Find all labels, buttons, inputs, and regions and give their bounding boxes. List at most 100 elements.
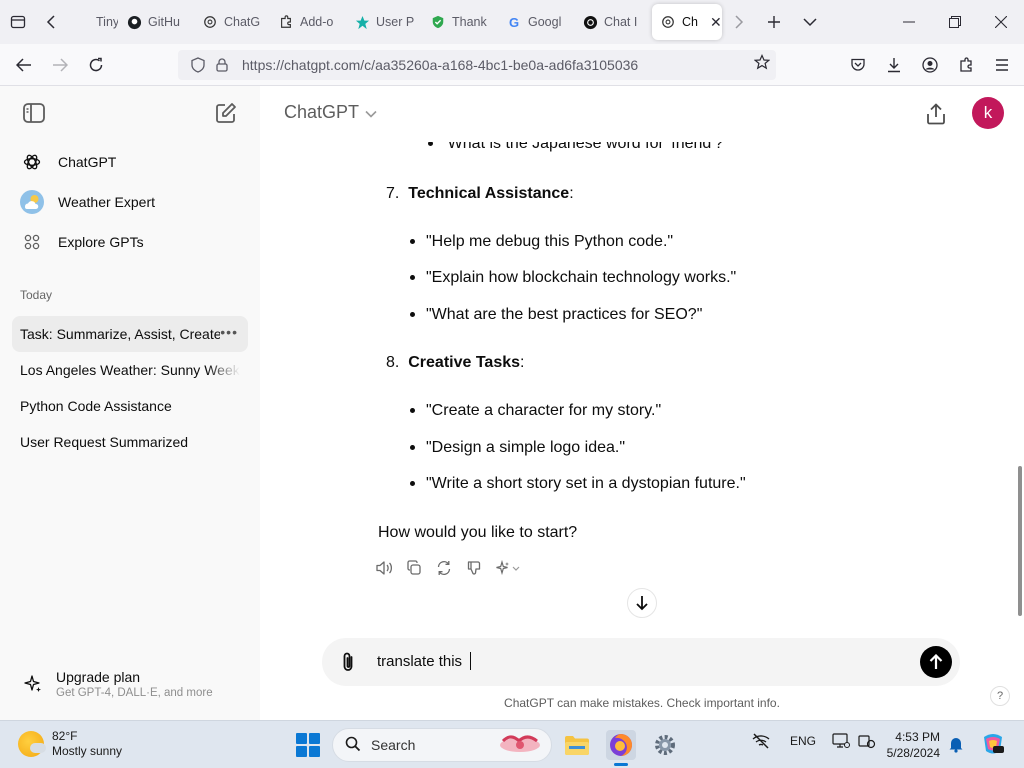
tab-overview-icon[interactable] bbox=[0, 4, 36, 40]
tab-label: Add-o bbox=[300, 15, 334, 29]
user-icon bbox=[354, 14, 370, 30]
conversation-title: Los Angeles Weather: Sunny Weeke bbox=[20, 362, 240, 378]
conversation-list: Task: Summarize, Assist, Create ••• Los … bbox=[0, 316, 260, 460]
lock-icon[interactable] bbox=[210, 58, 234, 72]
tracking-protection-icon[interactable] bbox=[186, 57, 210, 73]
new-chat-icon[interactable] bbox=[213, 100, 239, 126]
notification-bell-icon[interactable] bbox=[948, 735, 964, 756]
message-input-value: translate this bbox=[377, 653, 467, 670]
accessibility-icon[interactable] bbox=[858, 733, 876, 749]
change-model-sparkle-icon[interactable] bbox=[494, 558, 524, 578]
scrollbar[interactable] bbox=[1018, 466, 1022, 616]
sidebar-item-weather-expert[interactable]: Weather Expert bbox=[0, 182, 260, 222]
model-selector[interactable]: ChatGPT bbox=[284, 102, 377, 123]
conversation-item[interactable]: User Request Summarized bbox=[12, 424, 248, 460]
list-item: "Design a simple logo idea." bbox=[409, 436, 625, 460]
share-icon[interactable] bbox=[922, 100, 950, 128]
browser-tab[interactable]: Chat I bbox=[574, 4, 648, 40]
account-icon[interactable] bbox=[912, 47, 948, 83]
tab-label: Tiny8 bbox=[96, 15, 118, 29]
close-tab-icon[interactable]: ✕ bbox=[710, 14, 722, 31]
browser-tab[interactable]: Thank bbox=[422, 4, 498, 40]
browser-tab[interactable]: User P bbox=[346, 4, 422, 40]
browser-tab-active[interactable]: Ch ✕ bbox=[652, 4, 722, 40]
message-input[interactable]: translate this bbox=[377, 652, 472, 670]
upgrade-plan-button[interactable]: Upgrade plan Get GPT-4, DALL·E, and more bbox=[12, 662, 248, 706]
send-button[interactable] bbox=[920, 646, 952, 678]
taskbar-clock[interactable]: 4:53 PM 5/28/2024 bbox=[887, 729, 940, 761]
downloads-icon[interactable] bbox=[876, 47, 912, 83]
system-tray: ENG bbox=[752, 733, 876, 749]
help-button[interactable]: ? bbox=[990, 686, 1010, 706]
paperclip-icon[interactable] bbox=[336, 650, 360, 674]
address-bar[interactable]: https://chatgpt.com/c/aa35260a-a168-4bc1… bbox=[178, 50, 776, 80]
pocket-icon[interactable] bbox=[840, 47, 876, 83]
settings-gear-icon[interactable] bbox=[650, 730, 680, 760]
conversation-item[interactable]: Python Code Assistance bbox=[12, 388, 248, 424]
browser-tab[interactable]: Add-o bbox=[270, 4, 346, 40]
windows-start-icon[interactable] bbox=[296, 733, 320, 757]
tabs-scroll-left-icon[interactable] bbox=[36, 4, 66, 40]
minimize-window-icon[interactable] bbox=[886, 0, 932, 44]
close-sidebar-icon[interactable] bbox=[21, 100, 47, 126]
display-icon[interactable] bbox=[832, 733, 851, 749]
list-item: "Explain how blockchain technology works… bbox=[409, 266, 736, 290]
search-label: Search bbox=[371, 737, 416, 753]
sidebar-item-chatgpt[interactable]: ChatGPT bbox=[0, 142, 260, 182]
tab-label: User P bbox=[376, 15, 415, 29]
url-path: /c/aa35260a-a168-4bc1-be0a-ad6fa3105036 bbox=[360, 57, 639, 73]
new-tab-icon[interactable] bbox=[756, 4, 792, 40]
close-window-icon[interactable] bbox=[978, 0, 1024, 44]
more-options-icon[interactable]: ••• bbox=[220, 324, 238, 340]
network-offline-icon[interactable] bbox=[752, 733, 772, 749]
weather-widget[interactable]: 82°F Mostly sunny bbox=[18, 729, 122, 759]
arrow-up-icon bbox=[929, 654, 943, 669]
browser-tab[interactable]: GitHu bbox=[118, 4, 194, 40]
sidebar-item-explore-gpts[interactable]: Explore GPTs bbox=[0, 222, 260, 262]
copilot-icon[interactable] bbox=[980, 731, 1006, 760]
firefox-icon[interactable] bbox=[606, 730, 636, 766]
reload-icon[interactable] bbox=[78, 47, 114, 83]
extensions-icon[interactable] bbox=[948, 47, 984, 83]
list-all-tabs-icon[interactable] bbox=[792, 4, 828, 40]
language-indicator[interactable]: ENG bbox=[790, 734, 816, 748]
openai-icon bbox=[20, 150, 44, 174]
sidebar-item-label: Weather Expert bbox=[58, 194, 156, 210]
tabs-scroll-right-icon[interactable] bbox=[726, 4, 752, 40]
thumbs-down-icon[interactable] bbox=[464, 558, 484, 578]
conversation-item-active[interactable]: Task: Summarize, Assist, Create ••• bbox=[12, 316, 248, 352]
openai-icon bbox=[202, 14, 218, 30]
avatar[interactable]: k bbox=[972, 97, 1004, 129]
colon: : bbox=[520, 354, 525, 371]
url-text: https://chatgpt.com/c/aa35260a-a168-4bc1… bbox=[242, 57, 638, 73]
browser-tab[interactable]: Tiny8 bbox=[66, 4, 118, 40]
colon: : bbox=[569, 185, 574, 202]
copy-icon[interactable] bbox=[404, 558, 424, 578]
message-composer[interactable]: translate this bbox=[322, 638, 960, 686]
list-item: "Help me debug this Python code." bbox=[409, 230, 674, 254]
conversation-item[interactable]: Los Angeles Weather: Sunny Weeke bbox=[12, 352, 248, 388]
sidebar-top bbox=[0, 86, 260, 140]
chat-header: ChatGPT k bbox=[260, 86, 1024, 142]
browser-tab[interactable]: ChatG bbox=[194, 4, 270, 40]
message-actions bbox=[374, 558, 524, 578]
search-highlight-icon bbox=[497, 731, 543, 760]
read-aloud-icon[interactable] bbox=[374, 558, 394, 578]
regenerate-icon[interactable] bbox=[434, 558, 454, 578]
weather-gpt-icon bbox=[20, 190, 44, 214]
sidebar: ChatGPT Weather Expert Explore GPTs Toda… bbox=[0, 86, 260, 720]
forward-icon[interactable] bbox=[42, 47, 78, 83]
restore-window-icon[interactable] bbox=[932, 0, 978, 44]
scroll-to-bottom-button[interactable] bbox=[627, 588, 657, 618]
list-item-text: "Help me debug this Python code." bbox=[426, 233, 674, 250]
menu-hamburger-icon[interactable] bbox=[984, 47, 1020, 83]
bookmark-star-icon[interactable] bbox=[753, 54, 771, 75]
page-icon bbox=[74, 14, 90, 30]
conversation-title: Task: Summarize, Assist, Create bbox=[20, 326, 222, 342]
file-explorer-icon[interactable] bbox=[562, 730, 592, 760]
browser-tab[interactable]: G Googl bbox=[498, 4, 574, 40]
followup-question: How would you like to start? bbox=[378, 524, 578, 541]
text-caret bbox=[470, 652, 472, 670]
back-icon[interactable] bbox=[6, 47, 42, 83]
taskbar-search[interactable]: Search bbox=[332, 728, 552, 762]
